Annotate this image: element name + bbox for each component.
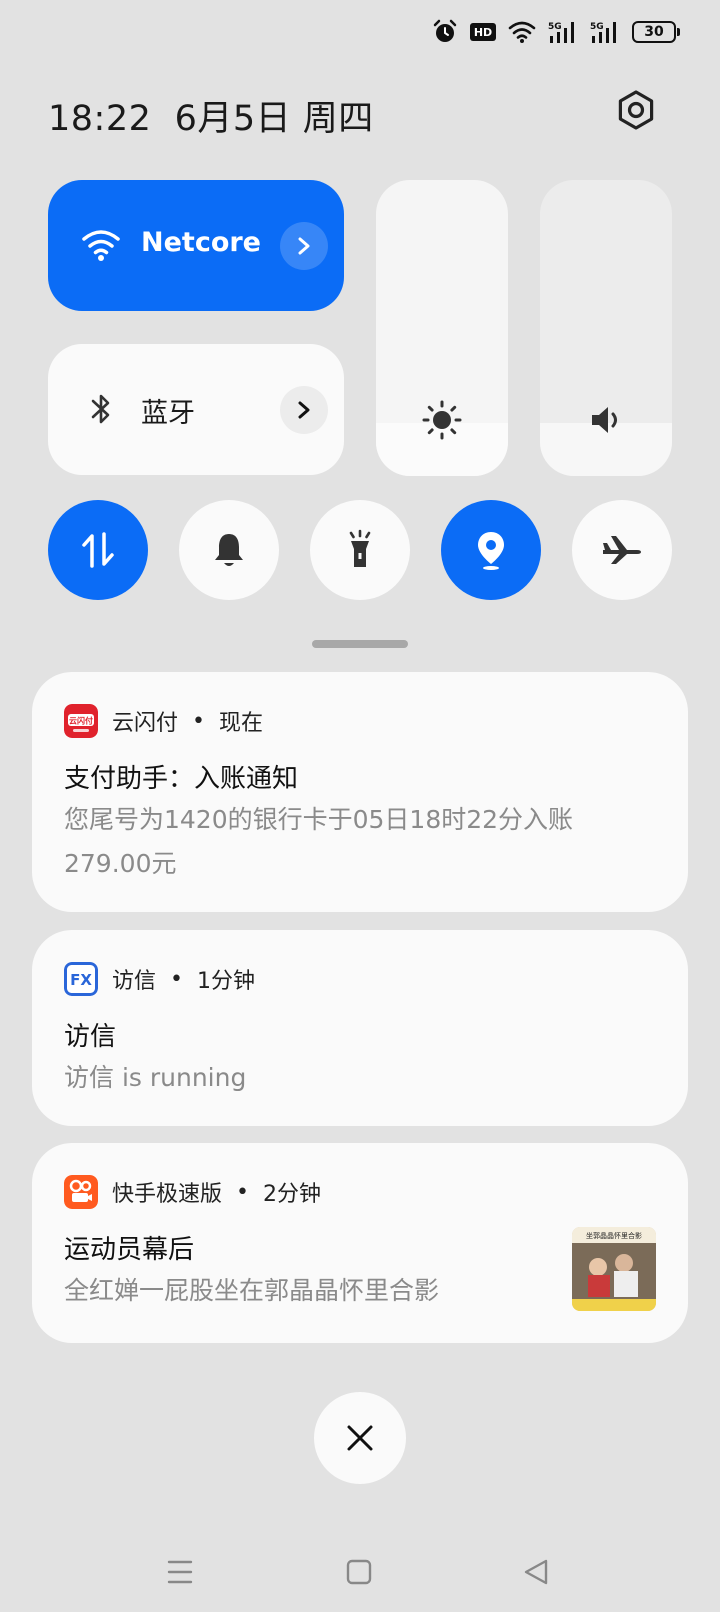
clock-time: 18:22: [48, 99, 152, 139]
flashlight-icon: [349, 529, 371, 567]
separator: •: [192, 708, 205, 734]
datetime-header: 18:22 6月5日 周四: [48, 90, 374, 141]
notification-header: FX 访信 • 1分钟: [64, 962, 255, 996]
back-button[interactable]: [516, 1552, 556, 1592]
notification-body: 全红婵一屁股坐在郭晶晶怀里合影: [64, 1276, 440, 1305]
bluetooth-label: 蓝牙: [141, 398, 195, 429]
gear-icon: [618, 90, 654, 130]
settings-button[interactable]: [614, 88, 658, 132]
hd-voice-icon: HD: [470, 23, 496, 41]
sun-icon: [422, 400, 462, 440]
date-label: 6月5日 周四: [174, 99, 374, 139]
notification-title: 运动员幕后: [64, 1235, 195, 1265]
notification-app-name: 快手极速版: [112, 1182, 223, 1207]
airplane-icon: [603, 536, 641, 564]
volume-slider[interactable]: [540, 180, 672, 476]
notification-header: 云闪付 云闪付 • 现在: [64, 704, 263, 738]
notification-body: 访信 is running: [64, 1063, 247, 1092]
data-arrows-icon: [82, 532, 114, 568]
status-bar: HD 5G 5G 30: [432, 16, 680, 48]
svg-text:5G: 5G: [548, 22, 562, 32]
drag-handle[interactable]: [312, 640, 408, 648]
home-button[interactable]: [339, 1552, 379, 1592]
separator: •: [236, 1179, 249, 1205]
recent-apps-button[interactable]: [160, 1552, 200, 1592]
video-thumbnail[interactable]: 坐郭晶晶怀里合影: [572, 1227, 656, 1311]
signal-5g-icon: 5G: [590, 20, 620, 44]
back-triangle-icon: [524, 1559, 548, 1585]
speaker-icon: [586, 400, 626, 440]
wifi-icon: [76, 220, 126, 270]
notification-header: 快手极速版 • 2分钟: [64, 1175, 321, 1209]
location-toggle[interactable]: [441, 500, 541, 600]
kuaishou-app-icon: [64, 1175, 98, 1209]
airplane-mode-toggle[interactable]: [572, 500, 672, 600]
bluetooth-tile[interactable]: 蓝牙: [48, 344, 344, 475]
chevron-right-icon: [298, 237, 310, 255]
chevron-right-icon: [298, 401, 310, 419]
mobile-data-toggle[interactable]: [48, 500, 148, 600]
battery-indicator: 30: [632, 21, 680, 43]
wifi-tile[interactable]: Netcore: [48, 180, 344, 311]
clear-all-button[interactable]: [314, 1392, 406, 1484]
bluetooth-icon: [76, 384, 126, 434]
quick-toggles: [48, 500, 672, 600]
svg-text:5G: 5G: [590, 22, 604, 32]
wifi-expand-button[interactable]: [280, 222, 328, 270]
notification-title: 访信: [64, 1022, 117, 1052]
home-square-icon: [346, 1559, 372, 1585]
notification-card[interactable]: FX 访信 • 1分钟 访信 访信 is running: [32, 930, 688, 1126]
notification-app-name: 访信: [112, 969, 157, 994]
app-icon-text: FX: [70, 971, 92, 989]
notification-card[interactable]: 快手极速版 • 2分钟 运动员幕后 全红婵一屁股坐在郭晶晶怀里合影 坐郭晶晶怀里…: [32, 1143, 688, 1343]
brightness-slider[interactable]: [376, 180, 508, 476]
notification-title: 支付助手：入账通知: [64, 764, 299, 794]
thumbnail-caption: 坐郭晶晶怀里合影: [586, 1231, 642, 1240]
notification-time: 1分钟: [197, 969, 255, 994]
unionpay-app-icon: 云闪付: [64, 704, 98, 738]
notification-body: 您尾号为1420的银行卡于05日18时22分入账279.00元: [64, 805, 574, 878]
separator: •: [170, 966, 183, 992]
alarm-icon: [432, 19, 458, 45]
notification-shade: HD 5G 5G 30 18:22 6月5日 周四 Netcore 蓝牙 云闪付…: [0, 0, 720, 1612]
flashlight-toggle[interactable]: [310, 500, 410, 600]
wifi-icon: [508, 20, 536, 44]
location-pin-icon: [478, 532, 504, 570]
silent-mode-toggle[interactable]: [179, 500, 279, 600]
navigation-bar: [0, 1540, 720, 1600]
signal-5g-icon: 5G: [548, 20, 578, 44]
bell-icon: [215, 534, 243, 566]
notification-time: 2分钟: [263, 1182, 321, 1207]
app-icon-text: 云闪付: [69, 716, 93, 726]
notification-card[interactable]: 云闪付 云闪付 • 现在 支付助手：入账通知 您尾号为1420的银行卡于05日1…: [32, 672, 688, 912]
menu-icon: [167, 1560, 193, 1584]
close-icon: [347, 1425, 373, 1451]
wifi-network-name: Netcore: [141, 227, 261, 258]
fangxin-app-icon: FX: [64, 962, 98, 996]
notification-time: 现在: [219, 711, 264, 736]
bluetooth-expand-button[interactable]: [280, 386, 328, 434]
notification-app-name: 云闪付: [112, 711, 179, 736]
